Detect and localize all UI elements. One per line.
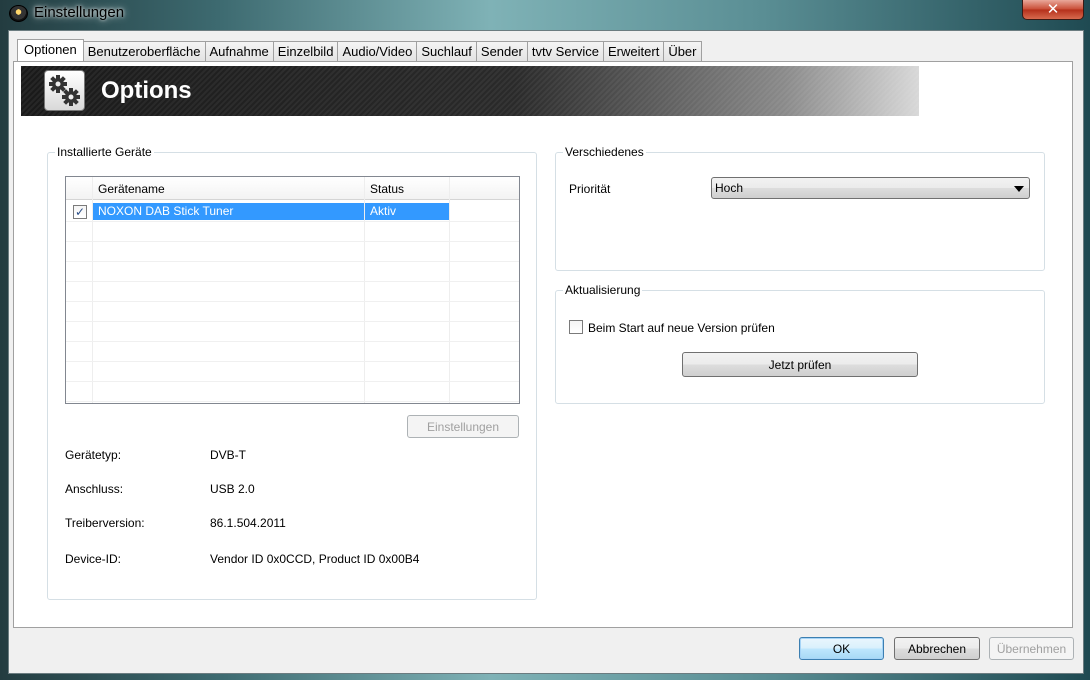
device-type-value: DVB-T xyxy=(210,448,246,462)
installed-devices-group: Installierte Geräte Gerätename Status ✓ … xyxy=(47,145,537,600)
group-label: Verschiedenes xyxy=(563,145,646,159)
check-now-button[interactable]: Jetzt prüfen xyxy=(682,352,918,377)
apply-button[interactable]: Übernehmen xyxy=(989,637,1074,660)
tab-strip: Optionen Benutzeroberfläche Aufnahme Ein… xyxy=(17,39,702,62)
header-check-column xyxy=(66,177,93,199)
close-button[interactable]: ✕ xyxy=(1022,0,1084,20)
device-type-label: Gerätetyp: xyxy=(65,448,122,462)
dialog-client: Optionen Benutzeroberfläche Aufnahme Ein… xyxy=(8,30,1084,674)
group-label: Aktualisierung xyxy=(563,283,643,297)
close-icon: ✕ xyxy=(1046,0,1060,18)
cancel-button[interactable]: Abbrechen xyxy=(894,637,980,660)
banner-title: Options xyxy=(101,77,192,104)
tab-audio-video[interactable]: Audio/Video xyxy=(338,41,418,62)
tab-erweitert[interactable]: Erweitert xyxy=(604,41,665,62)
column-header-name[interactable]: Gerätename xyxy=(93,177,365,199)
tab-sender[interactable]: Sender xyxy=(476,41,528,62)
tab-optionen[interactable]: Optionen xyxy=(17,39,84,62)
device-checkbox[interactable]: ✓ xyxy=(73,205,87,219)
priority-select[interactable]: Hoch xyxy=(711,177,1030,199)
chevron-down-icon xyxy=(1014,186,1024,192)
list-header: Gerätename Status xyxy=(66,177,519,200)
dialog-window: Einstellungen ✕ Optionen Benutzeroberflä… xyxy=(0,0,1090,680)
misc-group: Verschiedenes Priorität Hoch xyxy=(555,145,1045,271)
options-banner: Options xyxy=(21,66,919,116)
device-list[interactable]: Gerätename Status ✓ NOXON DAB Stick Tune… xyxy=(65,176,520,404)
update-group: Aktualisierung Beim Start auf neue Versi… xyxy=(555,283,1045,404)
tab-tvtv-service[interactable]: tvtv Service xyxy=(527,41,605,62)
ok-button[interactable]: OK xyxy=(799,637,884,660)
driver-version-label: Treiberversion: xyxy=(65,516,145,530)
device-settings-button[interactable]: Einstellungen xyxy=(407,415,519,438)
window-title: Einstellungen xyxy=(34,4,125,21)
connection-value: USB 2.0 xyxy=(210,482,255,496)
group-label: Installierte Geräte xyxy=(55,145,154,159)
app-icon xyxy=(9,5,28,22)
tab-einzelbild[interactable]: Einzelbild xyxy=(273,41,339,62)
priority-label: Priorität xyxy=(569,182,611,196)
tab-ueber[interactable]: Über xyxy=(664,41,702,62)
device-id-value: Vendor ID 0x0CCD, Product ID 0x00B4 xyxy=(210,552,420,566)
connection-label: Anschluss: xyxy=(65,482,124,496)
tab-aufnahme[interactable]: Aufnahme xyxy=(205,41,274,62)
device-name-cell: NOXON DAB Stick Tuner xyxy=(93,203,364,220)
title-bar[interactable]: Einstellungen ✕ xyxy=(0,0,1090,26)
options-tab-panel: Options Installierte Geräte Gerätename S… xyxy=(13,61,1073,628)
table-row[interactable]: ✓ NOXON DAB Stick Tuner Aktiv xyxy=(66,201,519,222)
auto-update-label[interactable]: Beim Start auf neue Version prüfen xyxy=(588,321,775,335)
auto-update-checkbox[interactable] xyxy=(569,320,583,334)
device-status-cell: Aktiv xyxy=(365,203,449,220)
priority-value: Hoch xyxy=(715,181,744,195)
gears-icon xyxy=(44,70,85,111)
device-id-label: Device-ID: xyxy=(65,552,122,566)
column-header-status[interactable]: Status xyxy=(365,177,450,199)
driver-version-value: 86.1.504.2011 xyxy=(210,516,286,530)
tab-benutzeroberflaeche[interactable]: Benutzeroberfläche xyxy=(83,41,206,62)
tab-suchlauf[interactable]: Suchlauf xyxy=(417,41,477,62)
